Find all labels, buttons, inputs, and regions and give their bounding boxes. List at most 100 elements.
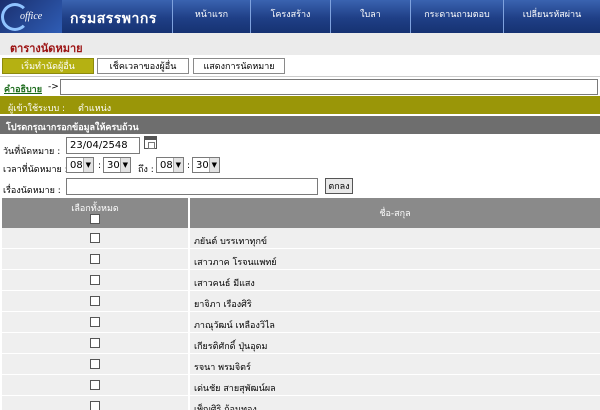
form-header-text: โปรดกรุณากรอกข้อมูลให้ครบถ้วน (6, 123, 139, 133)
date-label: วันที่นัดหมาย : (3, 147, 61, 157)
form-header: โปรดกรุณากรอกข้อมูลให้ครบถ้วน (0, 116, 600, 134)
end-hour-value: 08 (160, 159, 173, 171)
time-colon: : (98, 161, 102, 171)
name-column-header: ชื่อ-สกุล (190, 198, 600, 228)
nav-qa-board[interactable]: กระดานถามตอบ (410, 0, 503, 33)
name-cell: เสาวคนธ์ มีแสง (190, 270, 600, 290)
tab-bar: เริ่มทำนัดผู้อื่น เช็คเวลาของผู้อื่น แสด… (0, 55, 600, 76)
row-checkbox[interactable] (90, 296, 100, 306)
row-checkbox[interactable] (90, 401, 100, 410)
time-label: เวลาที่นัดหมาย : (3, 165, 68, 175)
table-row: ภยันต์ บรรเทาทุกข์ (0, 228, 600, 249)
row-checkbox[interactable] (90, 380, 100, 390)
title-row: ตารางนัดหมาย (0, 33, 600, 55)
table-row: เกียรติศักดิ์ ปุ่นอุดม (0, 333, 600, 354)
calendar-icon[interactable] (144, 136, 157, 149)
top-navigation-bar: office กรมสรรพากร หน้าแรก โครงสร้าง ใบลา… (0, 0, 600, 33)
start-minute-value: 30 (107, 159, 120, 171)
checkbox-cell (2, 291, 188, 311)
end-hour-select[interactable]: 08 ▼ (156, 157, 184, 173)
chevron-down-icon: ▼ (119, 158, 130, 172)
table-row: รจนา พรมจิตร์ (0, 354, 600, 375)
nav-leave[interactable]: ใบลา (330, 0, 410, 33)
name-cell: ยาจิภา เรืองศิริ (190, 291, 600, 311)
app-title: กรมสรรพากร (70, 11, 157, 27)
checkbox-cell (2, 396, 188, 410)
person-name: เสาวภาค โรจนแพทย์ (194, 258, 277, 268)
description-link[interactable]: คำอธิบาย (4, 82, 42, 96)
nav-home[interactable]: หน้าแรก (172, 0, 250, 33)
description-input[interactable] (60, 79, 598, 95)
name-cell: เด่นชัย สายสุพัฒน์ผล (190, 375, 600, 395)
nav-structure[interactable]: โครงสร้าง (250, 0, 330, 33)
start-minute-select[interactable]: 30 ▼ (103, 157, 131, 173)
checkbox-cell (2, 375, 188, 395)
start-hour-value: 08 (70, 159, 83, 171)
person-name: รจนา พรมจิตร์ (194, 363, 251, 373)
nav-qa-board-label: กระดานถามตอบ (424, 9, 490, 20)
nav-structure-label: โครงสร้าง (270, 9, 311, 20)
nav-change-password[interactable]: เปลี่ยนรหัสผ่าน (503, 0, 600, 33)
tab-check-others-time[interactable]: เช็คเวลาของผู้อื่น (97, 58, 189, 74)
select-all-label: เลือกทั้งหมด (71, 204, 119, 214)
nav-change-password-label: เปลี่ยนรหัสผ่าน (522, 9, 582, 20)
chevron-down-icon: ▼ (208, 158, 219, 172)
row-checkbox[interactable] (90, 359, 100, 369)
row-checkbox[interactable] (90, 254, 100, 264)
checkbox-cell (2, 312, 188, 332)
appointment-form: วันที่นัดหมาย : 23/04/2548 เวลาที่นัดหมา… (0, 134, 600, 198)
table-header: เลือกทั้งหมด ชื่อ-สกุล (0, 198, 600, 228)
name-cell: รจนา พรมจิตร์ (190, 354, 600, 374)
checkbox-cell (2, 228, 188, 248)
nav-home-label: หน้าแรก (194, 9, 229, 20)
select-all-checkbox[interactable] (90, 214, 100, 224)
table-row: ยาจิภา เรืองศิริ (0, 291, 600, 312)
person-name: เพ็ญศิริ ก้อนทอง (194, 405, 257, 410)
tab-make-appointment[interactable]: เริ่มทำนัดผู้อื่น (2, 58, 94, 74)
select-all-header: เลือกทั้งหมด (2, 198, 188, 228)
person-name: เสาวคนธ์ มีแสง (194, 279, 255, 289)
end-minute-select[interactable]: 30 ▼ (192, 157, 220, 173)
row-checkbox[interactable] (90, 338, 100, 348)
chevron-down-icon: ▼ (172, 158, 183, 172)
app-logo: office (0, 0, 62, 33)
subject-input[interactable] (66, 178, 318, 195)
row-checkbox[interactable] (90, 233, 100, 243)
end-minute-value: 30 (196, 159, 209, 171)
name-cell: ภาณุวัฒน์ เหลืองวิไล (190, 312, 600, 332)
name-cell: ภยันต์ บรรเทาทุกข์ (190, 228, 600, 248)
person-name: ยาจิภา เรืองศิริ (194, 300, 252, 310)
time-colon: : (187, 161, 191, 171)
checkbox-cell (2, 249, 188, 269)
row-checkbox[interactable] (90, 317, 100, 327)
ok-button[interactable]: ตกลง (325, 178, 353, 194)
person-name: เกียรติศักดิ์ ปุ่นอุดม (194, 342, 268, 352)
name-cell: เกียรติศักดิ์ ปุ่นอุดม (190, 333, 600, 353)
to-label: ถึง : (138, 165, 154, 175)
description-row: คำอธิบาย -> (0, 76, 600, 96)
row-checkbox[interactable] (90, 275, 100, 285)
checkbox-cell (2, 354, 188, 374)
chevron-down-icon: ▼ (82, 158, 93, 172)
table-row: เสาวภาค โรจนแพทย์ (0, 249, 600, 270)
person-name: ภยันต์ บรรเทาทุกข์ (194, 237, 268, 247)
tab-show-appointments[interactable]: แสดงการนัดหมาย (193, 58, 285, 74)
table-row: เพ็ญศิริ ก้อนทอง (0, 396, 600, 410)
nav-leave-label: ใบลา (360, 9, 381, 20)
table-row: ภาณุวัฒน์ เหลืองวิไล (0, 312, 600, 333)
subject-label: เรื่องนัดหมาย : (3, 186, 61, 196)
position-label: ตำแหน่ง (78, 104, 112, 114)
checkbox-cell (2, 270, 188, 290)
table-row: เสาวคนธ์ มีแสง (0, 270, 600, 291)
person-name: ภาณุวัฒน์ เหลืองวิไล (194, 321, 275, 331)
user-label: ผู้เข้าใช้ระบบ : (8, 104, 66, 114)
start-hour-select[interactable]: 08 ▼ (66, 157, 94, 173)
logo-text: office (20, 11, 43, 22)
user-info-bar: ผู้เข้าใช้ระบบ : ตำแหน่ง (0, 96, 600, 114)
date-input[interactable]: 23/04/2548 (66, 137, 140, 154)
name-cell: เพ็ญศิริ ก้อนทอง (190, 396, 600, 410)
person-name: เด่นชัย สายสุพัฒน์ผล (194, 384, 276, 394)
description-arrow: -> (48, 82, 59, 92)
checkbox-cell (2, 333, 188, 353)
name-cell: เสาวภาค โรจนแพทย์ (190, 249, 600, 269)
